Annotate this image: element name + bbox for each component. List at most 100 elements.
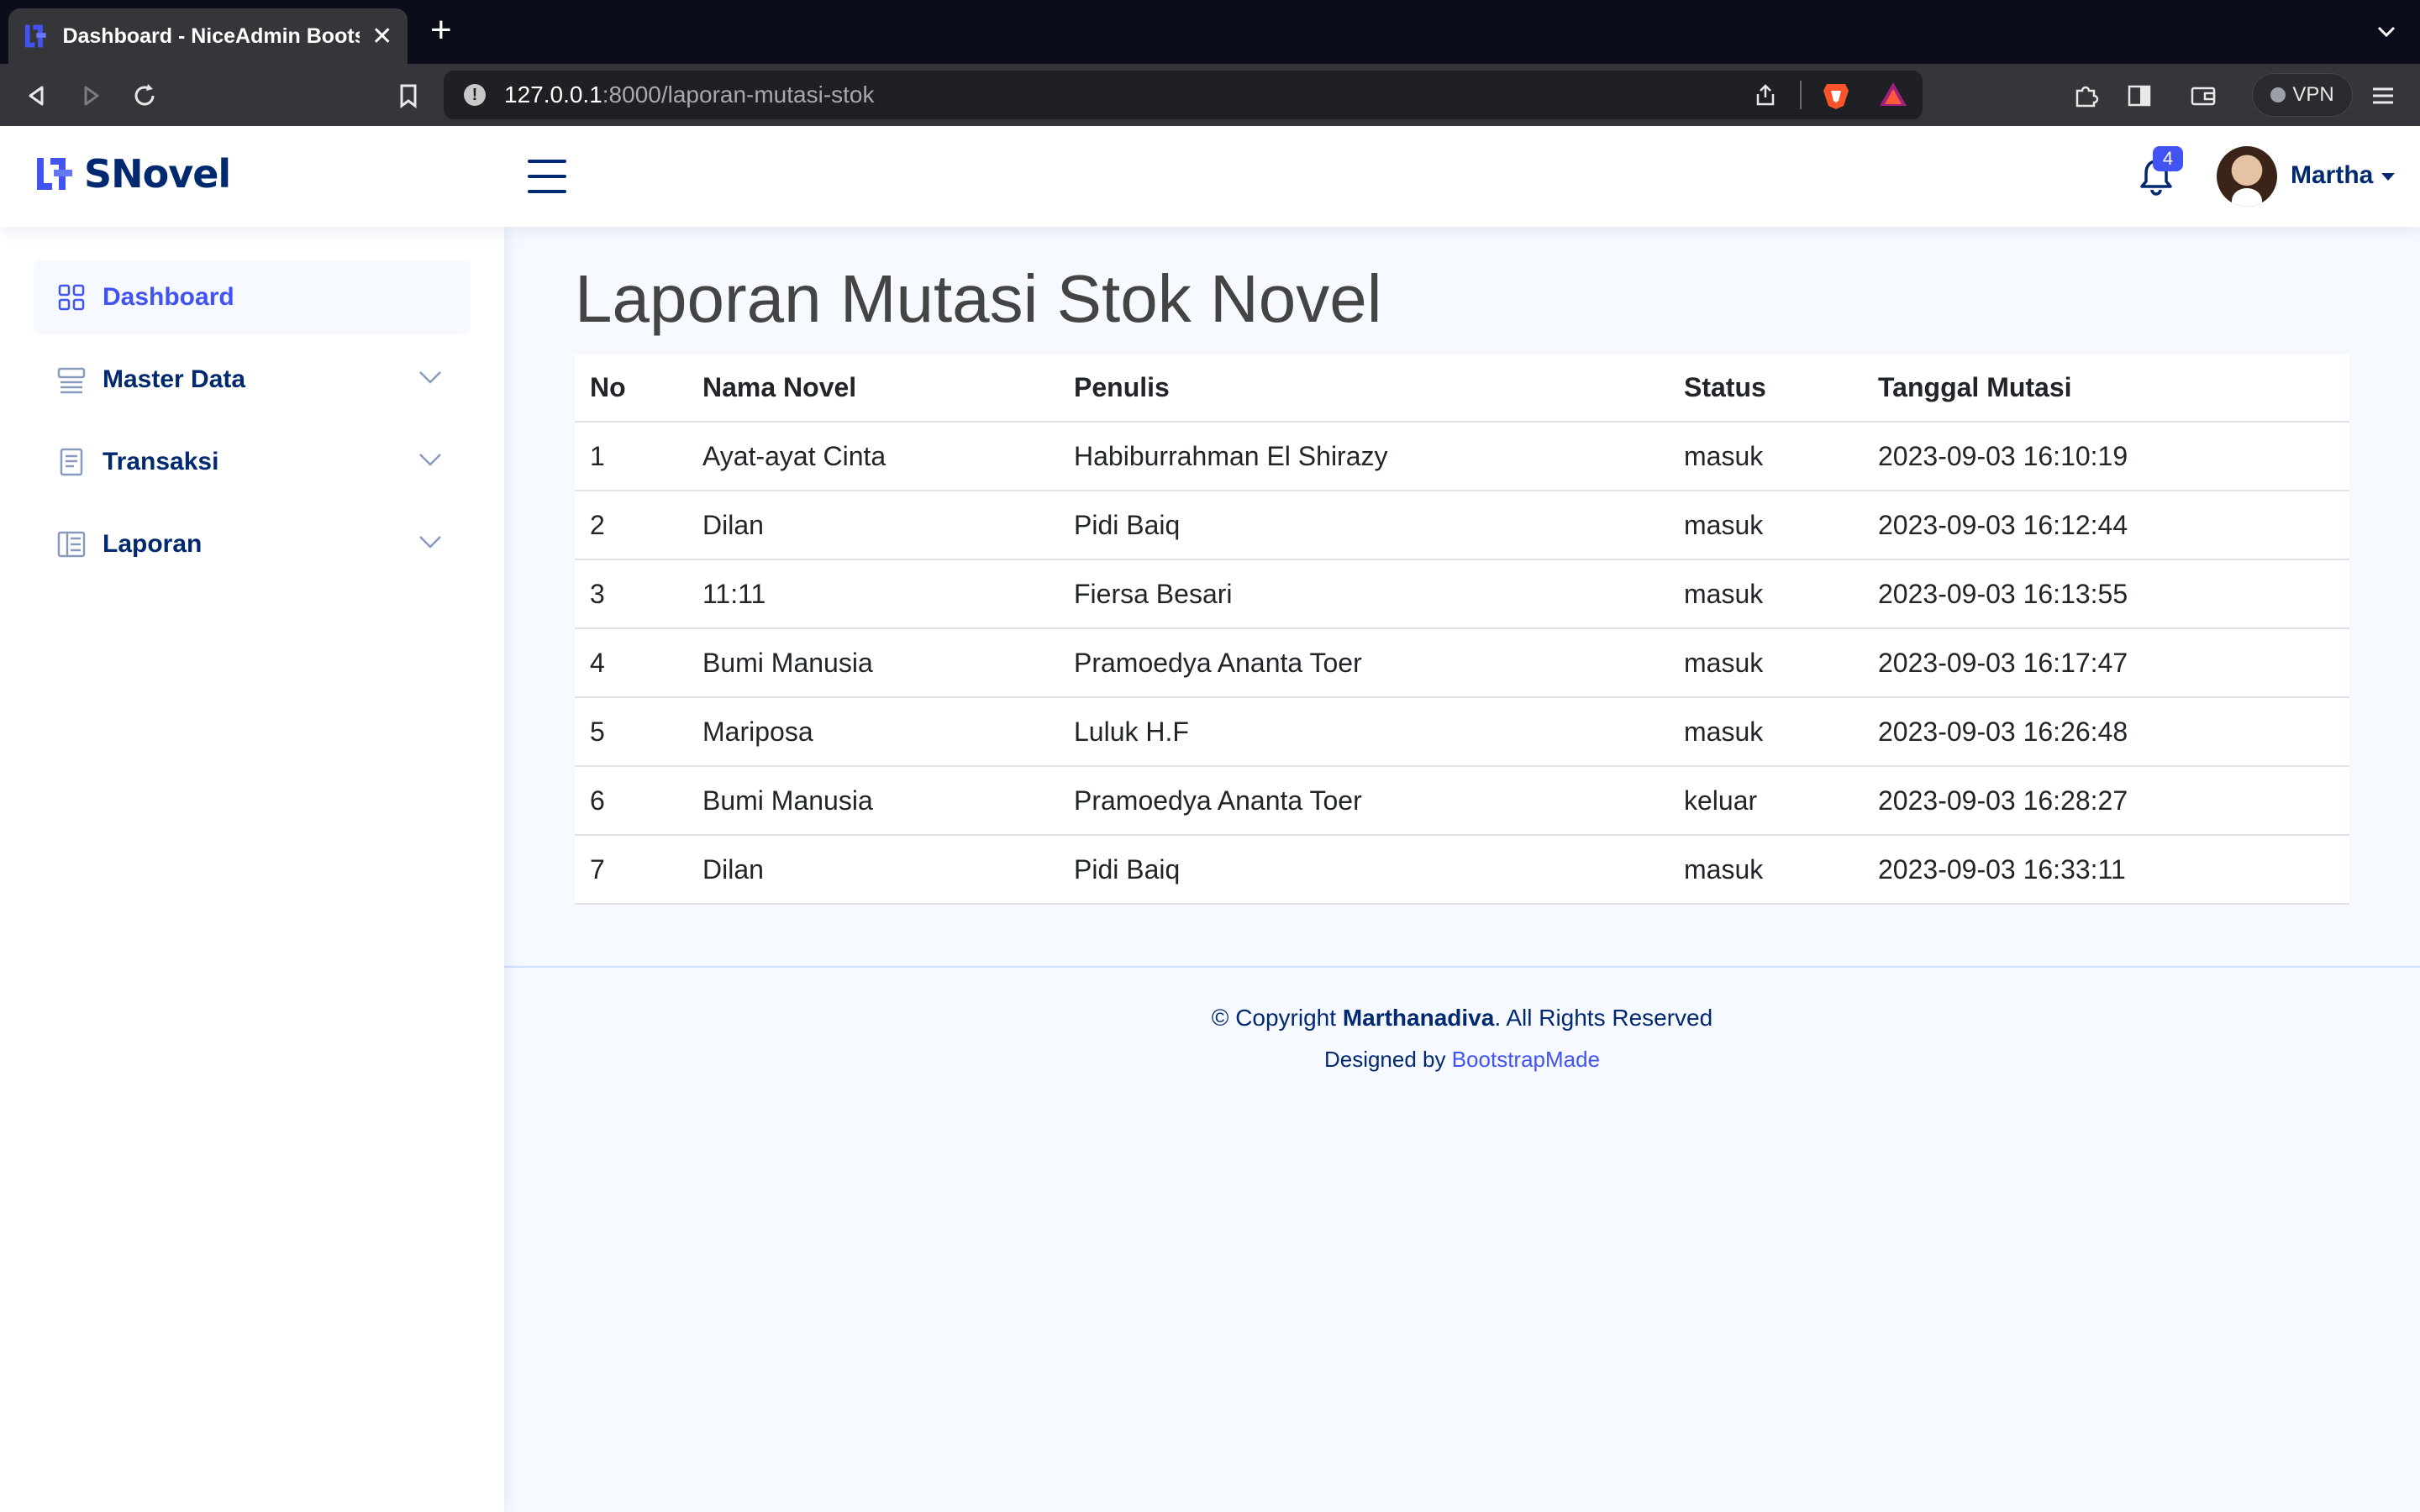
bookmark-icon[interactable] xyxy=(392,79,425,113)
sidebar: Dashboard Master Data Transaksi Laporan xyxy=(0,227,504,1512)
chevron-down-icon[interactable] xyxy=(2375,20,2398,44)
table-row: 1 Ayat-ayat Cinta Habiburrahman El Shira… xyxy=(575,422,2349,491)
cell-tanggal-mutasi: 2023-09-03 16:28:27 xyxy=(1863,766,2349,836)
cell-nama-novel: Mariposa xyxy=(687,697,1059,767)
chevron-down-icon xyxy=(419,536,441,549)
sidebar-toggle-icon[interactable] xyxy=(2123,79,2156,113)
column-header: Nama Novel xyxy=(687,354,1059,423)
cell-no: 3 xyxy=(575,559,687,629)
vpn-button[interactable]: VPN xyxy=(2252,73,2353,117)
table-row: 7 Dilan Pidi Baiq masuk 2023-09-03 16:33… xyxy=(575,835,2349,905)
vpn-label: VPN xyxy=(2292,83,2334,106)
avatar[interactable] xyxy=(2217,146,2277,207)
forward-icon[interactable] xyxy=(74,79,108,113)
cell-penulis: Pidi Baiq xyxy=(1059,835,1669,905)
cell-tanggal-mutasi: 2023-09-03 16:17:47 xyxy=(1863,628,2349,698)
site-info-icon[interactable]: ! xyxy=(464,84,486,106)
cell-nama-novel: Ayat-ayat Cinta xyxy=(687,422,1059,491)
browser-tab-bar: Dashboard - NiceAdmin Bootstrap ✕ + xyxy=(0,0,2420,64)
close-tab-icon[interactable]: ✕ xyxy=(370,22,394,51)
copyright-prefix: © Copyright xyxy=(1211,1005,1343,1031)
cell-tanggal-mutasi: 2023-09-03 16:10:19 xyxy=(1863,422,2349,491)
grid-icon xyxy=(58,284,85,311)
cell-status: masuk xyxy=(1669,628,1863,698)
cell-nama-novel: Dilan xyxy=(687,835,1059,905)
menu-button-icon xyxy=(57,367,86,394)
column-header: Tanggal Mutasi xyxy=(1863,354,2349,423)
cell-no: 5 xyxy=(575,697,687,767)
cell-tanggal-mutasi: 2023-09-03 16:13:55 xyxy=(1863,559,2349,629)
cell-no: 4 xyxy=(575,628,687,698)
table-row: 6 Bumi Manusia Pramoedya Ananta Toer kel… xyxy=(575,766,2349,836)
caret-down-icon[interactable] xyxy=(2381,173,2395,181)
designer-link[interactable]: BootstrapMade xyxy=(1452,1047,1600,1072)
sidebar-item-master-data[interactable]: Master Data xyxy=(34,343,471,417)
cell-tanggal-mutasi: 2023-09-03 16:33:11 xyxy=(1863,835,2349,905)
copyright: © Copyright Marthanadiva. All Rights Res… xyxy=(504,1005,2420,1032)
cell-status: masuk xyxy=(1669,835,1863,905)
footer: © Copyright Marthanadiva. All Rights Res… xyxy=(504,966,2420,1073)
menu-icon[interactable] xyxy=(2366,79,2400,113)
designed-by-label: Designed by xyxy=(1323,1047,1452,1072)
page-title: Laporan Mutasi Stok Novel xyxy=(575,261,1382,336)
sidebar-item-dashboard[interactable]: Dashboard xyxy=(34,260,471,334)
hamburger-line xyxy=(528,160,566,163)
browser-tab[interactable]: Dashboard - NiceAdmin Bootstrap ✕ xyxy=(8,8,408,64)
cell-tanggal-mutasi: 2023-09-03 16:12:44 xyxy=(1863,491,2349,560)
cell-penulis: Pidi Baiq xyxy=(1059,491,1669,560)
cell-status: keluar xyxy=(1669,766,1863,836)
cell-status: masuk xyxy=(1669,559,1863,629)
chevron-down-icon xyxy=(419,371,441,384)
cell-nama-novel: Bumi Manusia xyxy=(687,766,1059,836)
hamburger-line xyxy=(528,190,566,193)
cell-penulis: Luluk H.F xyxy=(1059,697,1669,767)
share-icon[interactable] xyxy=(1753,82,1778,108)
wallet-icon[interactable] xyxy=(2186,79,2220,113)
layout-text-icon xyxy=(57,531,86,558)
table-row: 3 11:11 Fiersa Besari masuk 2023-09-03 1… xyxy=(575,559,2349,629)
column-header: Penulis xyxy=(1059,354,1669,423)
brave-shield-icon[interactable] xyxy=(1820,79,1852,111)
sidebar-item-label: Dashboard xyxy=(103,283,234,311)
address-bar[interactable]: ! 127.0.0.1:8000/laporan-mutasi-stok xyxy=(444,71,1923,119)
hamburger-line xyxy=(528,175,566,178)
snovel-favicon-icon xyxy=(24,24,46,48)
brave-rewards-icon[interactable] xyxy=(1877,79,1909,111)
extensions-icon[interactable] xyxy=(2069,79,2102,113)
logo-text: SNovel xyxy=(84,151,231,197)
cell-no: 6 xyxy=(575,766,687,836)
sidebar-item-transaksi[interactable]: Transaksi xyxy=(34,425,471,499)
back-icon[interactable] xyxy=(20,79,54,113)
new-tab-button[interactable]: + xyxy=(430,12,452,49)
cell-penulis: Pramoedya Ananta Toer xyxy=(1059,766,1669,836)
url-host: 127.0.0.1 xyxy=(504,81,602,108)
table-row: 4 Bumi Manusia Pramoedya Ananta Toer mas… xyxy=(575,628,2349,698)
column-header: Status xyxy=(1669,354,1863,423)
sidebar-item-laporan[interactable]: Laporan xyxy=(34,507,471,581)
table-header-row: No Nama Novel Penulis Status Tanggal Mut… xyxy=(575,354,2349,423)
column-header: No xyxy=(575,354,687,423)
main-content: Laporan Mutasi Stok Novel No Nama Novel … xyxy=(504,227,2420,1512)
cell-nama-novel: Dilan xyxy=(687,491,1059,560)
tab-title: Dashboard - NiceAdmin Bootstrap xyxy=(62,24,360,48)
cell-nama-novel: 11:11 xyxy=(687,559,1059,629)
sidebar-item-label: Master Data xyxy=(103,365,246,393)
url-path: :8000/laporan-mutasi-stok xyxy=(602,81,875,108)
cell-tanggal-mutasi: 2023-09-03 16:26:48 xyxy=(1863,697,2349,767)
vpn-status-icon xyxy=(2270,87,2286,102)
table-row: 2 Dilan Pidi Baiq masuk 2023-09-03 16:12… xyxy=(575,491,2349,560)
cell-nama-novel: Bumi Manusia xyxy=(687,628,1059,698)
user-name[interactable]: Martha xyxy=(2291,161,2373,190)
table-row: 5 Mariposa Luluk H.F masuk 2023-09-03 16… xyxy=(575,697,2349,767)
mutasi-stok-table: No Nama Novel Penulis Status Tanggal Mut… xyxy=(575,354,2349,905)
journal-text-icon xyxy=(60,448,83,476)
cell-no: 2 xyxy=(575,491,687,560)
toggle-sidebar-button[interactable] xyxy=(528,160,566,193)
logo[interactable]: SNovel xyxy=(34,151,231,197)
cell-penulis: Pramoedya Ananta Toer xyxy=(1059,628,1669,698)
cell-status: masuk xyxy=(1669,491,1863,560)
browser-toolbar: ! 127.0.0.1:8000/laporan-mutasi-stok VPN xyxy=(0,64,2420,126)
app-header: SNovel 4 Martha xyxy=(0,126,2420,227)
url-divider xyxy=(1800,81,1802,109)
reload-icon[interactable] xyxy=(128,79,161,113)
